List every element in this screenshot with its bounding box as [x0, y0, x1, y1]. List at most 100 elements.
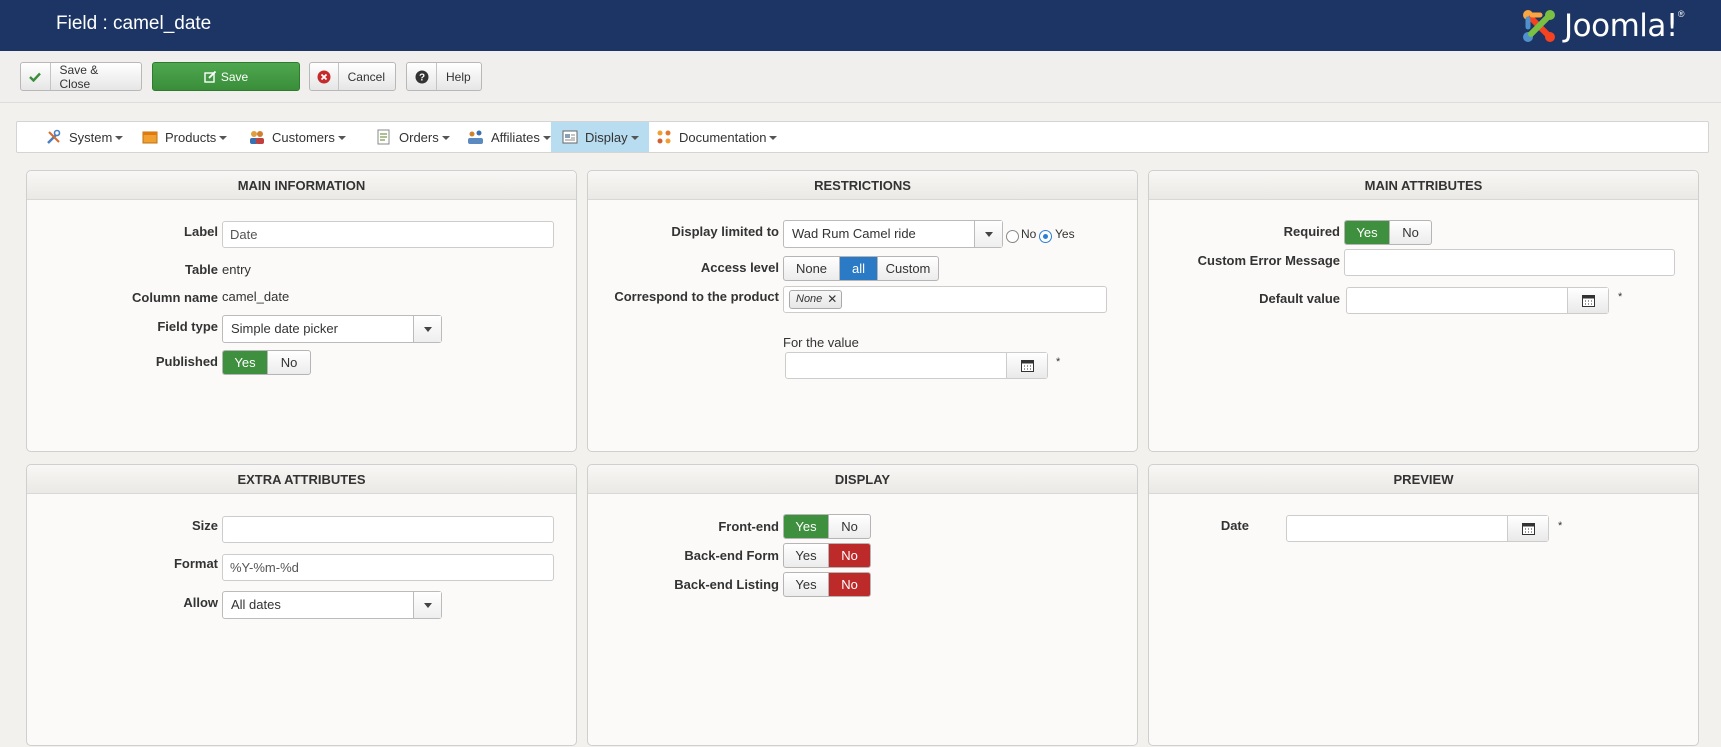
size-input[interactable] [222, 516, 554, 543]
radio-no[interactable] [1006, 230, 1019, 243]
panel-title: MAIN ATTRIBUTES [1149, 171, 1698, 200]
access-all-button[interactable]: all [840, 257, 878, 280]
menu-label: Display [585, 129, 628, 145]
caret-down-icon [769, 136, 778, 140]
help-icon: ? [407, 63, 437, 90]
chevron-down-icon [974, 221, 1002, 247]
front-end-yes-button[interactable]: Yes [784, 515, 829, 538]
panel-title: DISPLAY [588, 465, 1137, 494]
cancel-button[interactable]: Cancel [309, 62, 396, 91]
caret-down-icon [115, 136, 124, 140]
access-level-toggle[interactable]: None all Custom [783, 256, 939, 281]
preview-date-input[interactable] [1286, 515, 1549, 542]
required-no-button[interactable]: No [1390, 221, 1431, 244]
save-close-button[interactable]: Save & Close [20, 62, 142, 91]
display-limited-select[interactable]: Wad Rum Camel ride [783, 220, 1003, 248]
calendar-icon [1521, 522, 1535, 535]
for-the-value-label: For the value [783, 335, 859, 350]
menu-item-system[interactable]: System [35, 122, 133, 152]
front-end-toggle[interactable]: Yes No [783, 514, 871, 539]
format-input[interactable]: %Y-%m-%d [222, 554, 554, 581]
menu-label: Documentation [679, 129, 767, 145]
documentation-icon [655, 129, 673, 145]
allow-select[interactable]: All dates [222, 591, 442, 619]
joomla-logo: Joomla! ® [1520, 6, 1684, 46]
preview-panel: PREVIEW Date * [1148, 464, 1699, 746]
restrictions-panel: RESTRICTIONS Display limited to Wad Rum … [587, 170, 1138, 452]
back-end-listing-yes-button[interactable]: Yes [784, 573, 829, 596]
published-toggle[interactable]: Yes No [222, 350, 311, 375]
label-input[interactable]: Date [222, 221, 554, 248]
column-name-label: Column name [132, 290, 218, 305]
users-icon [248, 129, 266, 145]
edit-icon [204, 70, 217, 83]
format-label: Format [173, 556, 218, 571]
orders-icon [375, 129, 393, 145]
custom-error-input[interactable] [1344, 249, 1675, 276]
back-end-form-no-button[interactable]: No [829, 544, 870, 567]
save-label: Save [220, 69, 249, 84]
access-level-label: Access level [700, 260, 779, 275]
front-end-no-button[interactable]: No [829, 515, 870, 538]
field-type-select[interactable]: Simple date picker [222, 315, 442, 343]
required-star: * [1056, 356, 1061, 368]
main-attributes-panel: MAIN ATTRIBUTES Required Yes No Custom E… [1148, 170, 1699, 452]
back-end-form-yes-button[interactable]: Yes [784, 544, 829, 567]
calendar-icon [1581, 294, 1595, 307]
calendar-button[interactable] [1006, 353, 1047, 378]
menu-item-orders[interactable]: Orders [365, 122, 460, 152]
menu-label: System [69, 129, 113, 145]
column-name-value: camel_date [222, 289, 290, 304]
correspond-product-input[interactable]: None ✕ [783, 286, 1107, 313]
back-end-listing-no-button[interactable]: No [829, 573, 870, 596]
calendar-icon [1020, 359, 1034, 372]
affiliates-icon [467, 129, 485, 145]
default-value-date-input[interactable] [1346, 287, 1609, 314]
save-button[interactable]: Save [152, 62, 300, 91]
product-tag[interactable]: None ✕ [789, 287, 843, 312]
calendar-button[interactable] [1567, 288, 1608, 313]
back-end-listing-label: Back-end Listing [674, 577, 779, 592]
allow-value: All dates [231, 597, 281, 612]
access-custom-button[interactable]: Custom [878, 257, 938, 280]
published-no-button[interactable]: No [268, 351, 310, 374]
radio-yes[interactable] [1039, 230, 1052, 243]
front-end-label: Front-end [718, 519, 779, 534]
back-end-form-toggle[interactable]: Yes No [783, 543, 871, 568]
display-panel: DISPLAY Front-end Yes No Back-end Form Y… [587, 464, 1138, 746]
back-end-form-label: Back-end Form [684, 548, 779, 563]
correspond-product-label: Correspond to the product [614, 289, 779, 304]
required-toggle[interactable]: Yes No [1344, 220, 1432, 245]
joomla-emblem-icon [1523, 10, 1555, 42]
page-title: Field : camel_date [56, 13, 212, 34]
menu-item-affiliates[interactable]: Affiliates [457, 122, 561, 152]
menu-item-documentation[interactable]: Documentation [645, 122, 787, 152]
save-close-label: Save & Close [59, 62, 99, 91]
tools-icon [45, 129, 63, 145]
registered-mark: ® [1677, 9, 1685, 19]
required-yes-button[interactable]: Yes [1345, 221, 1390, 244]
field-type-value: Simple date picker [231, 321, 338, 336]
table-value: entry [222, 262, 251, 277]
access-none-button[interactable]: None [784, 257, 840, 280]
menu-item-products[interactable]: Products [131, 122, 237, 152]
published-yes-button[interactable]: Yes [223, 351, 268, 374]
help-button[interactable]: ? Help [406, 62, 482, 91]
menu-item-display[interactable]: Display [551, 122, 649, 152]
cancel-label: Cancel [347, 69, 385, 84]
back-end-listing-toggle[interactable]: Yes No [783, 572, 871, 597]
menu-item-customers[interactable]: Customers [238, 122, 356, 152]
remove-tag-icon[interactable]: ✕ [827, 287, 837, 312]
product-tag-label: None [796, 293, 823, 305]
table-label: Table [185, 262, 218, 277]
caret-down-icon [441, 136, 450, 140]
check-icon [21, 63, 51, 90]
custom-error-label: Custom Error Message [1197, 253, 1340, 268]
calendar-button[interactable] [1507, 516, 1548, 541]
for-the-value-date-input[interactable] [785, 352, 1048, 379]
menu-label: Orders [399, 129, 439, 145]
panel-title: EXTRA ATTRIBUTES [27, 465, 576, 494]
chevron-down-icon [413, 592, 441, 618]
required-star: * [1558, 520, 1563, 532]
required-label: Required [1283, 224, 1340, 239]
